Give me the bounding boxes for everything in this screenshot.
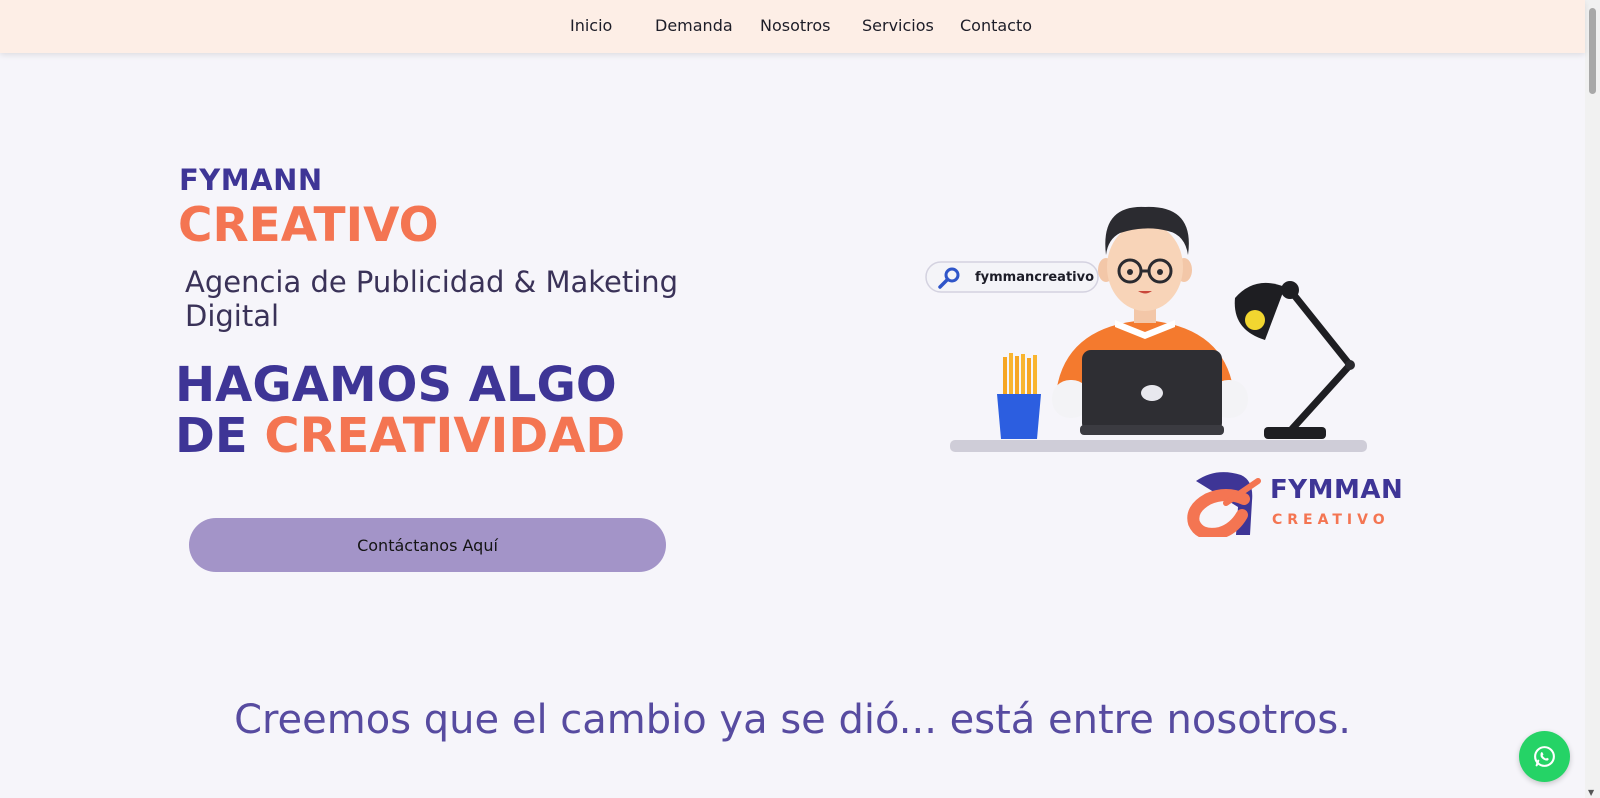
- contact-cta-button[interactable]: Contáctanos Aquí: [189, 518, 666, 572]
- search-pill-text: fymmancreativo: [975, 270, 1094, 285]
- whatsapp-icon: [1534, 746, 1555, 767]
- top-navbar: Inicio Demanda Nosotros Servicios Contac…: [0, 0, 1585, 53]
- nav-link-demanda[interactable]: Demanda: [655, 16, 733, 35]
- designer-character: [1052, 206, 1248, 435]
- whatsapp-button[interactable]: [1519, 731, 1570, 782]
- desk-lamp: [1234, 281, 1355, 439]
- nav-link-inicio[interactable]: Inicio: [570, 16, 612, 35]
- fymman-logo[interactable]: FYMMAN CREATIVO: [1186, 469, 1406, 537]
- nav-link-nosotros[interactable]: Nosotros: [760, 16, 831, 35]
- search-pill: fymmancreativo: [925, 261, 1099, 293]
- nav-link-contacto[interactable]: Contacto: [960, 16, 1032, 35]
- hero-brand-name: FYMANN: [179, 163, 323, 197]
- headline-line-2: DE CREATIVIDAD: [175, 411, 625, 462]
- scrollbar-thumb[interactable]: [1589, 8, 1596, 94]
- logo-subtext: CREATIVO: [1272, 512, 1390, 528]
- pencil-cup: [997, 353, 1041, 439]
- nav-link-servicios[interactable]: Servicios: [862, 16, 934, 35]
- page-scrollbar[interactable]: ▼: [1585, 0, 1600, 798]
- logo-wordmark: FYMMAN: [1270, 475, 1404, 505]
- desk-surface: [950, 440, 1367, 452]
- headline-prefix: DE: [175, 408, 248, 464]
- section-heading: Creemos que el cambio ya se dió... está …: [234, 697, 1351, 743]
- hero-brand-subtitle: CREATIVO: [178, 198, 439, 253]
- scroll-down-arrow-icon[interactable]: ▼: [1588, 789, 1594, 797]
- hero-tagline: Agencia de Publicidad & Maketing Digital: [185, 265, 679, 333]
- logo-mark-icon: [1187, 472, 1261, 537]
- headline-line-1: HAGAMOS ALGO: [175, 357, 617, 413]
- hero-headline: HAGAMOS ALGO DE CREATIVIDAD: [175, 360, 625, 462]
- headline-accent: CREATIVIDAD: [264, 408, 626, 464]
